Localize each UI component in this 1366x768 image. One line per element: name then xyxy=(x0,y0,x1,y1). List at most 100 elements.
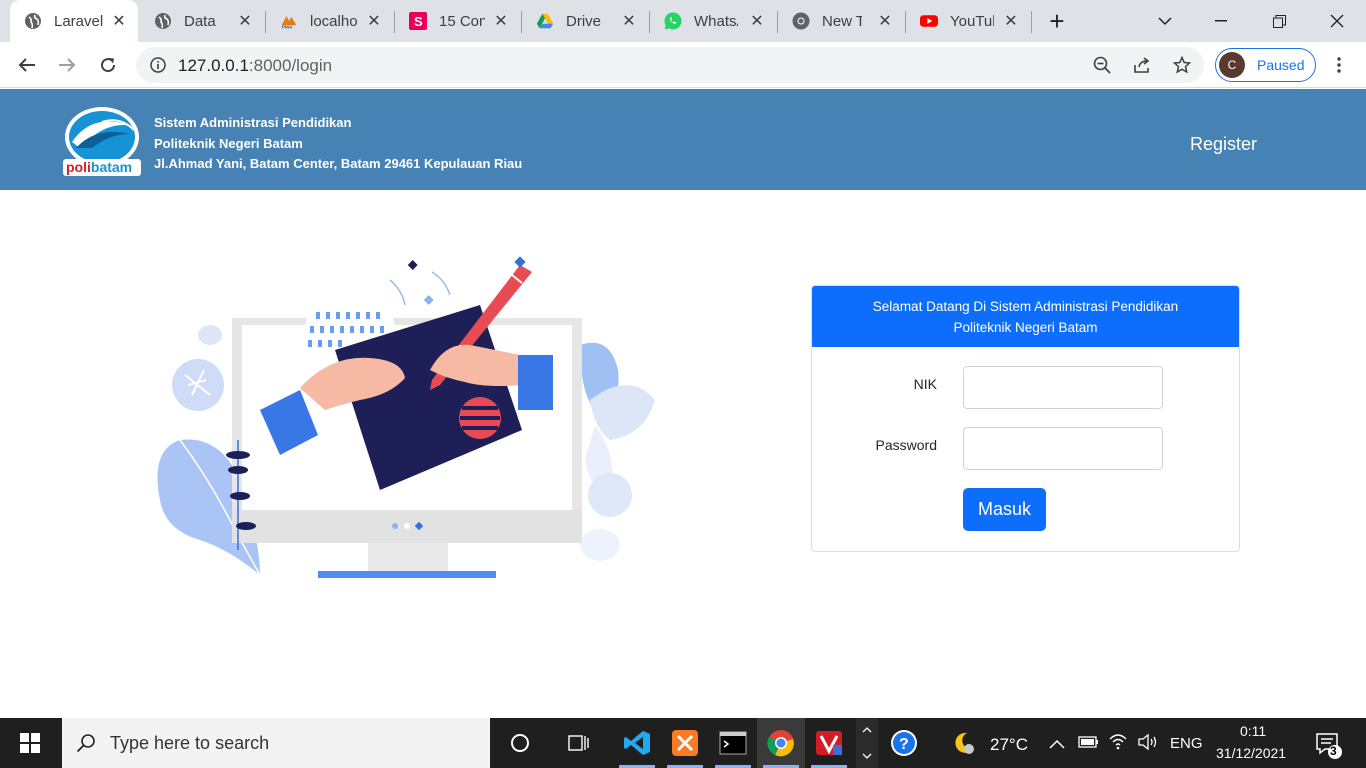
share-icon[interactable] xyxy=(1130,53,1154,77)
tab-title: New Ta xyxy=(822,12,862,30)
arrow-right-icon xyxy=(59,58,76,72)
close-icon[interactable]: ✕ xyxy=(365,12,383,30)
tab-data[interactable]: Data D ✕ xyxy=(140,0,264,42)
minimize-button[interactable] xyxy=(1198,0,1244,42)
xampp-taskbar-button[interactable] xyxy=(661,718,709,768)
notification-center-icon[interactable] xyxy=(1314,730,1344,765)
tab-localhost[interactable]: PMA localho ✕ xyxy=(266,0,393,42)
task-view-button[interactable] xyxy=(555,718,603,768)
weather-moon-icon[interactable] xyxy=(951,730,977,761)
chrome-icon xyxy=(767,730,794,757)
close-icon[interactable]: ✕ xyxy=(236,12,254,30)
start-button[interactable] xyxy=(0,718,60,768)
wifi-icon[interactable] xyxy=(1108,732,1128,755)
tab-search-button[interactable] xyxy=(1142,0,1188,42)
chevron-up-icon[interactable] xyxy=(1049,736,1065,754)
clock-time[interactable]: 0:11 xyxy=(1240,723,1266,739)
tab-drive[interactable]: Drive S ✕ xyxy=(522,0,648,42)
close-icon[interactable]: ✕ xyxy=(1002,12,1020,30)
weather-temperature[interactable]: 27°C xyxy=(990,735,1028,755)
tab-title: Data D xyxy=(184,12,220,30)
close-icon[interactable]: ✕ xyxy=(876,12,894,30)
taskbar-scroll-button[interactable] xyxy=(856,718,878,768)
xampp-icon xyxy=(672,730,698,756)
phpmyadmin-icon: PMA xyxy=(280,12,298,30)
close-icon[interactable]: ✕ xyxy=(620,12,638,30)
register-link[interactable]: Register xyxy=(1190,134,1257,155)
svg-text:PMA: PMA xyxy=(282,24,293,30)
close-icon[interactable]: ✕ xyxy=(110,12,128,30)
close-icon[interactable]: ✕ xyxy=(492,12,510,30)
chevron-down-icon xyxy=(1158,17,1172,26)
system-name: Sistem Administrasi Pendidikan xyxy=(154,115,352,130)
battery-icon[interactable] xyxy=(1078,735,1100,754)
svg-text:?: ? xyxy=(899,736,909,753)
kebab-menu-icon xyxy=(1337,57,1341,73)
profile-button[interactable]: C Paused xyxy=(1215,48,1316,82)
vscode-icon xyxy=(624,731,650,755)
password-input[interactable] xyxy=(963,427,1163,470)
globe-icon xyxy=(24,12,42,30)
bookmark-star-icon[interactable] xyxy=(1170,53,1194,77)
app-header: polibatam Sistem Administrasi Pendidikan… xyxy=(0,89,1366,190)
vscode-taskbar-button[interactable] xyxy=(613,718,661,768)
taskbar-search[interactable]: Type here to search xyxy=(62,718,490,768)
help-icon: ? xyxy=(891,730,917,756)
cortana-button[interactable] xyxy=(496,718,544,768)
clock-date[interactable]: 31/12/2021 xyxy=(1216,745,1286,761)
forward-button[interactable] xyxy=(52,50,82,80)
login-submit-button[interactable]: Masuk xyxy=(963,488,1046,531)
help-taskbar-button[interactable]: ? xyxy=(880,718,928,768)
polibatam-logo: polibatam xyxy=(62,104,142,176)
welcome-title: Selamat Datang Di Sistem Administrasi Pe… xyxy=(872,299,1179,314)
close-icon[interactable]: ✕ xyxy=(748,12,766,30)
winrar-taskbar-button[interactable] xyxy=(805,718,853,768)
restore-button[interactable] xyxy=(1256,0,1302,42)
hero-illustration xyxy=(140,250,670,590)
search-icon xyxy=(76,733,96,753)
address-bar[interactable]: 127.0.0.1:8000/login xyxy=(136,47,1204,83)
svg-text:S: S xyxy=(414,14,423,29)
minimize-icon xyxy=(1215,20,1227,22)
terminal-taskbar-button[interactable] xyxy=(709,718,757,768)
search-placeholder: Type here to search xyxy=(110,732,270,753)
tab-whatsapp[interactable]: WhatsA ✕ xyxy=(650,0,776,42)
browser-menu-button[interactable] xyxy=(1324,50,1354,80)
close-window-button[interactable] xyxy=(1314,0,1360,42)
nik-label: NIK xyxy=(913,376,937,392)
nik-input[interactable] xyxy=(963,366,1163,409)
browser-toolbar: 127.0.0.1:8000/login C Paused xyxy=(0,42,1366,88)
tab-15-con[interactable]: S 15 Con ✕ xyxy=(395,0,520,42)
chrome-icon xyxy=(792,12,810,30)
tab-title: YouTub xyxy=(950,12,994,30)
tab-title: localho xyxy=(310,12,358,30)
institution-address: Jl.Ahmad Yani, Batam Center, Batam 29461… xyxy=(154,156,523,171)
password-label: Password xyxy=(875,437,937,453)
tab-title: Drive S xyxy=(566,12,604,30)
chevron-updown-icon xyxy=(862,727,872,759)
login-card: Selamat Datang Di Sistem Administrasi Pe… xyxy=(811,285,1240,552)
input-language[interactable]: ENG xyxy=(1170,735,1203,752)
url-text: 127.0.0.1:8000/login xyxy=(178,56,333,75)
back-button[interactable] xyxy=(12,50,42,80)
tab-youtube[interactable]: YouTub ✕ xyxy=(906,0,1030,42)
new-tab-button[interactable]: + xyxy=(1034,0,1080,42)
zoom-out-icon[interactable] xyxy=(1090,53,1114,77)
tab-laravel[interactable]: Laravel ✕ xyxy=(10,0,138,42)
speaker-icon[interactable] xyxy=(1137,733,1159,756)
tab-new-tab[interactable]: New Ta ✕ xyxy=(778,0,904,42)
youtube-icon xyxy=(920,12,938,30)
globe-icon xyxy=(154,12,172,30)
terminal-icon xyxy=(719,731,747,755)
windows-taskbar: Type here to search ? 27°C ENG 0:11 31/1… xyxy=(0,718,1366,768)
reload-button[interactable] xyxy=(93,50,123,80)
chrome-taskbar-button[interactable] xyxy=(757,718,805,768)
info-icon[interactable] xyxy=(146,53,170,77)
task-view-icon xyxy=(568,735,589,751)
svg-text:polibatam: polibatam xyxy=(66,159,132,175)
institution-info: Sistem Administrasi Pendidikan Politekni… xyxy=(154,113,522,175)
login-card-header: Selamat Datang Di Sistem Administrasi Pe… xyxy=(812,286,1239,347)
avatar: C xyxy=(1219,52,1245,78)
tab-title: WhatsA xyxy=(694,12,738,30)
close-icon xyxy=(1330,14,1344,28)
